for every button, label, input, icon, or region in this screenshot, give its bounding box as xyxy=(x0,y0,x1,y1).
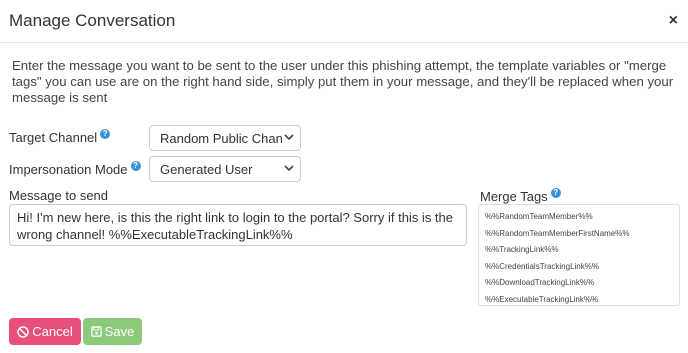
target-channel-value: Random Public Channel xyxy=(160,131,282,146)
impersonation-mode-label: Impersonation Mode? xyxy=(9,161,141,177)
chevron-down-icon xyxy=(284,165,294,172)
modal-header: Manage Conversation × xyxy=(0,0,688,43)
impersonation-mode-label-text: Impersonation Mode xyxy=(9,162,128,177)
cancel-button[interactable]: Cancel xyxy=(9,318,81,345)
merge-tag-item[interactable]: %%RandomTeamMemberFirstName%% xyxy=(485,226,673,243)
merge-tag-item[interactable]: %%TrackingLink%% xyxy=(485,242,673,259)
target-channel-label-text: Target Channel xyxy=(9,130,98,145)
merge-tags-label-text: Merge Tags xyxy=(480,189,548,204)
message-textarea[interactable]: Hi! I'm new here, is this the right link… xyxy=(9,204,467,246)
help-icon[interactable]: ? xyxy=(550,188,561,198)
ban-icon xyxy=(17,325,30,338)
save-button[interactable]: Save xyxy=(83,318,142,345)
target-channel-label: Target Channel? xyxy=(9,129,111,145)
impersonation-mode-select[interactable]: Generated User xyxy=(149,156,301,182)
merge-tag-item[interactable]: %%RandomTeamMember%% xyxy=(485,209,673,226)
merge-tags-label: Merge Tags? xyxy=(480,188,561,204)
merge-tag-item[interactable]: %%DownloadTrackingLink%% xyxy=(485,275,673,292)
impersonation-mode-value: Generated User xyxy=(160,162,253,177)
message-label: Message to send xyxy=(9,188,109,203)
merge-tag-item[interactable]: %%CredentialsTrackingLink%% xyxy=(485,259,673,276)
merge-tag-item[interactable]: %%ExecutableTrackingLink%% xyxy=(485,292,673,306)
target-channel-select[interactable]: Random Public Channel xyxy=(149,125,301,151)
merge-tags-list: %%RandomTeamMember%% %%RandomTeamMemberF… xyxy=(478,204,680,306)
help-icon[interactable]: ? xyxy=(100,129,111,139)
help-icon[interactable]: ? xyxy=(130,161,141,171)
chevron-down-icon xyxy=(284,134,294,141)
close-button[interactable]: × xyxy=(669,12,678,30)
intro-text: Enter the message you want to be sent to… xyxy=(12,58,674,105)
modal-title: Manage Conversation xyxy=(9,11,176,30)
floppy-disk-icon xyxy=(90,326,102,337)
save-button-label: Save xyxy=(104,324,135,339)
cancel-button-label: Cancel xyxy=(32,324,73,339)
